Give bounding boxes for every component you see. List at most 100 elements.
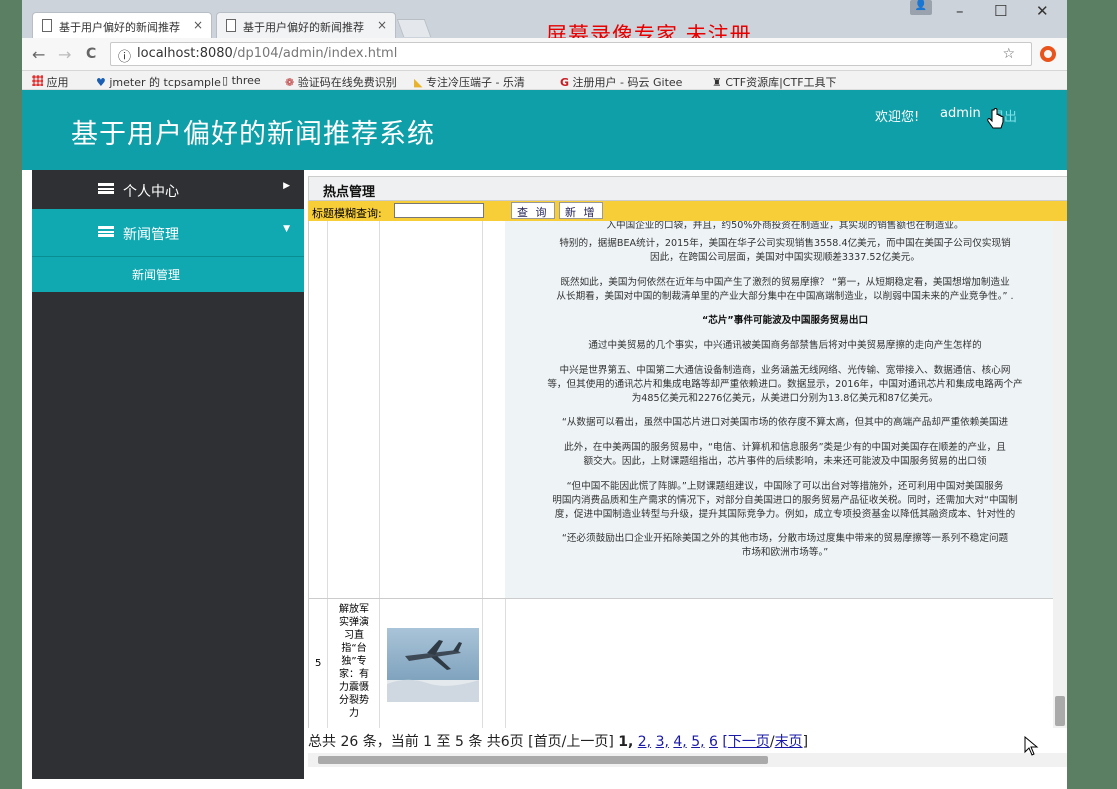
browser-tab-2[interactable]: 基于用户偏好的新闻推荐 × [216,12,396,38]
sidebar-item-label: 新闻管理 [123,227,179,243]
sidebar-item-news-management[interactable]: 新闻管理 ▼ [32,209,304,256]
stack-icon [98,226,114,237]
article-paragraph: “但中国不能因此慌了阵脚。”上财课题组建议，中国除了可以出台对等措施外，还可利用… [566,481,1004,492]
back-icon[interactable]: ← [32,45,45,64]
article-paragraph: “还必须鼓励出口企业开拓除美国之外的其他市场，分散市场过度集中带来的贸易摩擦等一… [561,533,1009,544]
page-icon [42,19,52,32]
info-icon: ⓘ [118,50,132,65]
welcome-text: 欢迎您! [875,110,920,125]
browser-tab-1[interactable]: 基于用户偏好的新闻推荐 × [32,12,212,38]
chevron-down-icon: ▼ [283,224,290,234]
bookmarks-bar: 应用 ♥ jmeter 的 tcpsample ▯ three ❁ 验证码在线免… [22,71,1067,90]
bookmark-ctf[interactable]: ♜ CTF资源库|CTF工具下 [712,74,837,89]
sidebar: 个人中心 ▶ 新闻管理 ▼ 新闻管理 [32,170,304,779]
tab-title: 基于用户偏好的新闻推荐 [243,21,364,34]
system-title: 基于用户偏好的新闻推荐系统 [71,119,435,150]
page-link-2[interactable]: 2, [638,734,651,750]
app-root: 基于用户偏好的新闻推荐系统 欢迎您! admin 退出 个人中心 ▶ 新闻管理 ▼ … [22,90,1067,789]
article-paragraph: 特别的，据据BEA统计，2015年，美国在华子公司实现销售3558.4亿美元，而… [559,238,1011,249]
bookmark-apps[interactable]: 应用 [32,74,69,89]
article-paragraph: 入中国企业的口袋，并且，约50%外商投资在制造业，其实现的销售额也在制造业。 [606,221,964,231]
pagination: 总共 26 条，当前 1 至 5 条 共6页 [首页/上一页] 1, 2, 3,… [308,731,808,751]
browser-window: 基于用户偏好的新闻推荐 × 基于用户偏好的新闻推荐 × 屏幕录像专家 未注册 👤 –… [22,0,1067,789]
article-paragraph: 此外，在中美两国的服务贸易中，“电信、计算机和信息服务”类是少有的中国对美国存在… [564,442,1006,453]
reload-icon[interactable]: C [86,46,96,62]
chevron-right-icon: ▶ [283,181,290,191]
article-paragraph: 明国内消费品质和生产需求的情况下，对部分自美国进口的服务贸易产品征收关税。同时，… [552,495,1018,506]
address-bar-row: ← → C ⓘ localhost:8080/dp104/admin/index.… [22,38,1067,71]
article-paragraph: 从长期看，美国对中国的制裁清单里的产业大部分集中在中国高端制造业，以削弱中国未来… [556,291,1014,302]
extension-icon[interactable] [1040,46,1056,62]
pagination-summary: 总共 26 条，当前 1 至 5 条 共6页 [308,734,524,750]
submenu-item-label: 新闻管理 [132,268,181,282]
tab-title: 基于用户偏好的新闻推荐 [59,21,180,34]
news-table: 入中国企业的口袋，并且，约50%外商投资在制造业，其实现的销售额也在制造业。 特… [308,221,1053,728]
bookmark-gitee[interactable]: G 注册用户 - 码云 Gitee [560,74,682,89]
search-bar: 标题模糊查询: 查 询 新 增 [308,201,1067,221]
article-paragraph: 市场和欧洲市场等。” [741,547,829,558]
article-content-cell: 入中国企业的口袋，并且，约50%外商投资在制造业，其实现的销售额也在制造业。 特… [505,221,1053,599]
desktop: 基于用户偏好的新闻推荐 × 基于用户偏好的新闻推荐 × 屏幕录像专家 未注册 👤 –… [0,0,1117,789]
close-tab-icon[interactable]: × [193,18,203,32]
main-panel: 热点管理 标题模糊查询: 查 询 新 增 入中国企业的口袋，并且，约50%外商投… [308,176,1067,779]
page-link-5[interactable]: 5, [691,734,704,750]
row-number: 5 [315,658,322,669]
hand-cursor-icon [987,108,1004,129]
username: admin [940,106,981,121]
scrollbar-thumb[interactable] [1055,696,1065,726]
url-host: localhost:8080 [137,46,233,61]
next-page-link[interactable]: [下一页 [722,734,769,750]
first-prev-link[interactable]: [首页/上一页] [528,734,614,750]
apps-icon [32,75,43,86]
page-title: 热点管理 [308,176,1067,201]
url-path: /dp104/admin/index.html [232,46,398,61]
title-search-input[interactable] [394,203,484,218]
scrollbar-thumb[interactable] [318,756,768,764]
stack-icon [98,183,114,194]
page-link-3[interactable]: 3, [656,734,669,750]
article-paragraph: 通过中美贸易的几个事实，中兴通讯被美国商务部禁售后将对中美贸易摩擦的走向产生怎样… [588,340,982,351]
news-thumbnail-image [387,628,479,702]
article-subheading: “芯片”事件可能波及中国服务贸易出口 [701,315,869,326]
search-label: 标题模糊查询: [312,207,382,220]
profile-icon[interactable]: 👤 [910,0,932,15]
maximize-button[interactable]: ☐ [994,2,1007,20]
article-paragraph: “从数据可以看出，虽然中国芯片进口对美国市场的依存度不算太高，但其中的高端产品却… [561,417,1009,428]
tab-bar: 基于用户偏好的新闻推荐 × 基于用户偏好的新闻推荐 × 屏幕录像专家 未注册 👤 –… [22,0,1067,47]
page-link-4[interactable]: 4, [673,734,686,750]
sidebar-item-personal-center[interactable]: 个人中心 ▶ [32,170,304,209]
close-window-button[interactable]: ✕ [1036,2,1049,20]
article-paragraph: 额交大。因此，上财课题组指出，芯片事件的后续影响，未来还可能波及中国服务贸易的出… [583,456,987,467]
bookmark-terminal[interactable]: ◣ 专注冷压端子 - 乐清 [414,74,525,89]
bookmark-star-icon[interactable]: ☆ [1002,46,1015,62]
article-paragraph: 等，但其使用的通讯芯片和集成电路等却严重依赖进口。数据显示，2016年，中国对通… [547,379,1023,390]
table-row: 5 解放军实弹演习直指“台独”专家：有力震慑分裂势力 [309,599,1053,728]
arrow-cursor-icon [1024,736,1039,756]
page-link-6[interactable]: 6 [709,734,718,750]
article-paragraph: 既然如此，美国为何依然在近年与中国产生了激烈的贸易摩擦？ “第一，从短期稳定看，… [560,277,1010,288]
bookmark-jmeter[interactable]: ♥ jmeter 的 tcpsample [96,74,221,89]
bookmark-three[interactable]: ▯ three [222,74,261,87]
url-input[interactable]: ⓘ localhost:8080/dp104/admin/index.html ☆ [110,42,1032,66]
last-page-link[interactable]: 末页 [775,734,803,750]
article-paragraph: 中兴是世界第五、中国第二大通信设备制造商，业务涵盖无线网络、光传输、宽带接入、数… [559,365,1011,376]
vertical-scrollbar[interactable] [1053,221,1067,728]
bookmark-captcha[interactable]: ❁ 验证码在线免费识别 [285,74,397,89]
submenu-item-news-management[interactable]: 新闻管理 [32,256,304,292]
article-paragraph: 度，促进中国制造业转型与升级，提升其国际竞争力。例如，成立专项投资基金以降低其融… [554,509,1016,520]
article-paragraph: 为485亿美元和2276亿美元，从美进口分别为13.8亿美元和87亿美元。 [631,393,939,404]
add-button[interactable]: 新 增 [559,202,603,219]
news-title: 解放军实弹演习直指“台独”专家：有力震慑分裂势力 [339,604,369,719]
pagination-close: ] [802,734,809,750]
sidebar-item-label: 个人中心 [123,184,179,200]
new-tab-button[interactable] [396,19,432,37]
next-page-label: 下一页 [727,734,770,750]
forward-icon[interactable]: → [58,45,71,64]
search-button[interactable]: 查 询 [511,202,555,219]
page-icon [226,19,236,32]
close-tab-icon[interactable]: × [377,18,387,32]
horizontal-scrollbar[interactable] [308,753,1067,767]
current-page: 1, [618,734,634,750]
minimize-button[interactable]: – [956,2,964,20]
article-paragraph: 因此，在跨国公司层面，美国对中国实现顺差3337.52亿美元。 [650,252,920,263]
